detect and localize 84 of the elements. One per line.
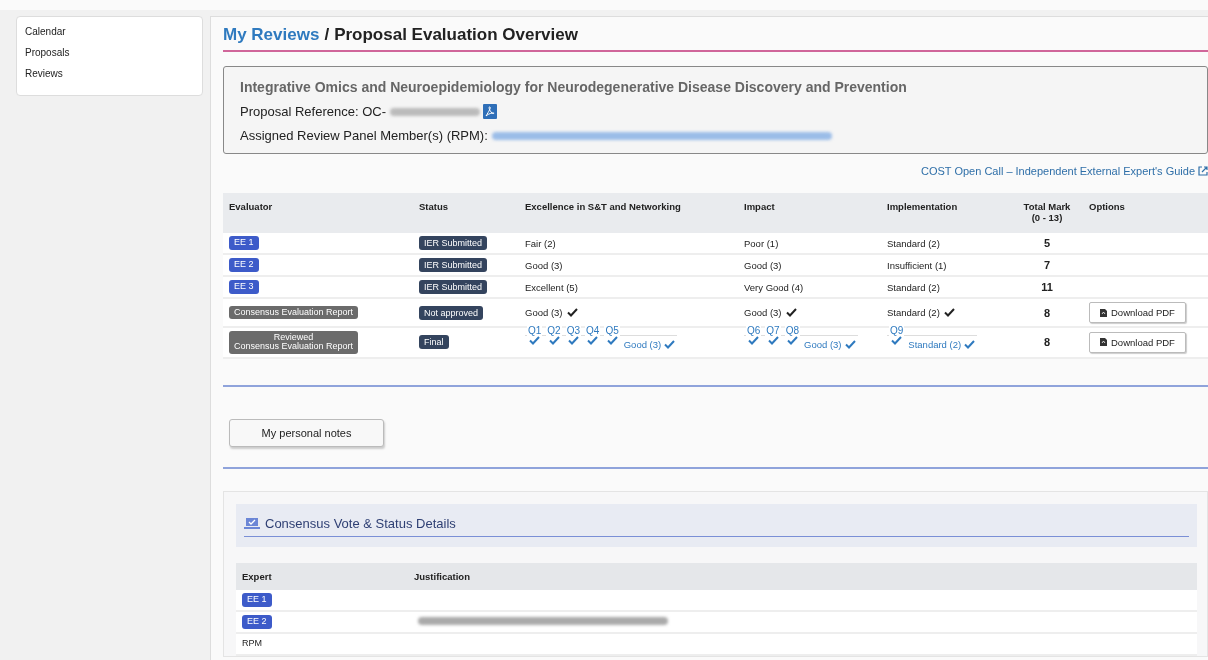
breadcrumb-separator: /	[324, 25, 330, 45]
column-header: Options	[1083, 193, 1208, 233]
breadcrumb-link[interactable]: My Reviews	[223, 25, 320, 45]
score-text: Very Good (4)	[744, 281, 804, 293]
download-pdf-button[interactable]: Download PDF	[1089, 302, 1186, 323]
score-text: Standard (2)	[887, 281, 940, 293]
sidebar-item[interactable]: Reviews	[25, 65, 194, 82]
score-text: Excellent (5)	[525, 281, 578, 293]
status-badge: IER Submitted	[419, 258, 488, 272]
column-header: Justification	[408, 562, 1197, 590]
status-badge: Not approved	[419, 305, 484, 320]
score-text: Poor (1)	[744, 237, 779, 249]
personal-notes-button[interactable]: My personal notes	[229, 418, 384, 447]
question-link[interactable]: Q3	[565, 324, 582, 336]
check-icon	[786, 335, 798, 345]
column-header: Evaluator	[223, 193, 413, 233]
column-header: Expert	[236, 562, 408, 590]
check-icon	[748, 335, 760, 345]
check-icon	[606, 335, 618, 345]
evaluator-badge: EE 2	[229, 258, 259, 272]
check-icon	[548, 335, 560, 345]
file-icon	[1100, 338, 1107, 347]
score-text: Insufficient (1)	[887, 259, 947, 271]
score-text: Standard (2)	[887, 307, 940, 318]
score-link[interactable]: Good (3)	[804, 338, 856, 350]
score-link[interactable]: Good (3)	[623, 338, 676, 350]
total-mark: 8	[1042, 336, 1052, 349]
expert-label: RPM	[242, 637, 262, 651]
check-icon	[664, 339, 676, 349]
column-header: Excellence in S&T and Networking	[519, 193, 738, 233]
check-icon	[529, 335, 541, 345]
check-icon	[844, 339, 856, 349]
check-icon	[767, 335, 779, 345]
expert-label: EE 2	[242, 615, 272, 629]
check-icon	[566, 308, 578, 317]
sidebar-item[interactable]: Proposals	[25, 44, 194, 61]
section-title: Consensus Vote & Status Details	[265, 515, 456, 531]
proposal-title: Integrative Omics and Neuroepidemiology for Neurodegenerative Disease Discovery and Prevention	[240, 79, 908, 95]
total-mark: 8	[1042, 306, 1052, 319]
total-mark: 11	[1040, 281, 1054, 293]
score-text: Good (3)	[525, 259, 563, 271]
evaluator-badge: Reviewed Consensus Evaluation Report	[229, 331, 359, 354]
reference-label: Proposal Reference: OC-	[240, 104, 386, 119]
evaluator-badge: EE 1	[229, 236, 259, 250]
status-badge: Final	[419, 335, 449, 350]
question-link[interactable]: Q6	[746, 324, 762, 336]
rpm-label: Assigned Review Panel Member(s) (RPM):	[240, 128, 488, 143]
laptop-check-icon	[244, 517, 260, 530]
download-pdf-button[interactable]: Download PDF	[1089, 331, 1186, 353]
score-text: Good (3)	[744, 307, 782, 318]
check-icon	[567, 335, 579, 345]
question-link[interactable]: Q5	[604, 324, 620, 336]
score-text: Fair (2)	[525, 237, 556, 249]
check-icon	[943, 308, 955, 317]
score-text: Standard (2)	[887, 237, 940, 249]
question-link[interactable]: Q1	[527, 324, 543, 336]
question-link[interactable]: Q8	[784, 324, 801, 336]
column-header: Impact	[738, 193, 881, 233]
question-link[interactable]: Q7	[765, 324, 781, 336]
page-title: Proposal Evaluation Overview	[334, 25, 578, 45]
status-badge: IER Submitted	[419, 236, 488, 250]
column-header: Status	[413, 193, 519, 233]
score-text: Good (3)	[744, 259, 782, 271]
question-link[interactable]: Q9	[889, 324, 905, 336]
file-icon	[1100, 308, 1107, 317]
pdf-icon[interactable]	[483, 104, 497, 119]
column-header: Total Mark (0 - 13)	[1011, 193, 1083, 233]
guide-link[interactable]: COST Open Call – Independent External Expert's Guide	[921, 165, 1208, 177]
sidebar-item[interactable]: Calendar	[25, 23, 194, 40]
score-text: Good (3)	[525, 307, 563, 318]
total-mark: 7	[1042, 259, 1052, 271]
question-link[interactable]: Q2	[546, 324, 562, 336]
check-icon	[587, 335, 599, 345]
check-icon	[891, 335, 903, 345]
expert-label: EE 1	[242, 593, 272, 607]
check-icon	[785, 308, 797, 317]
status-badge: IER Submitted	[419, 280, 488, 294]
external-link-icon	[1198, 166, 1208, 176]
total-mark: 5	[1042, 237, 1052, 249]
evaluator-badge: Consensus Evaluation Report	[229, 305, 359, 320]
column-header: Implementation	[881, 193, 1011, 233]
evaluator-badge: EE 3	[229, 280, 259, 294]
check-icon	[964, 339, 976, 349]
question-link[interactable]: Q4	[585, 324, 601, 336]
